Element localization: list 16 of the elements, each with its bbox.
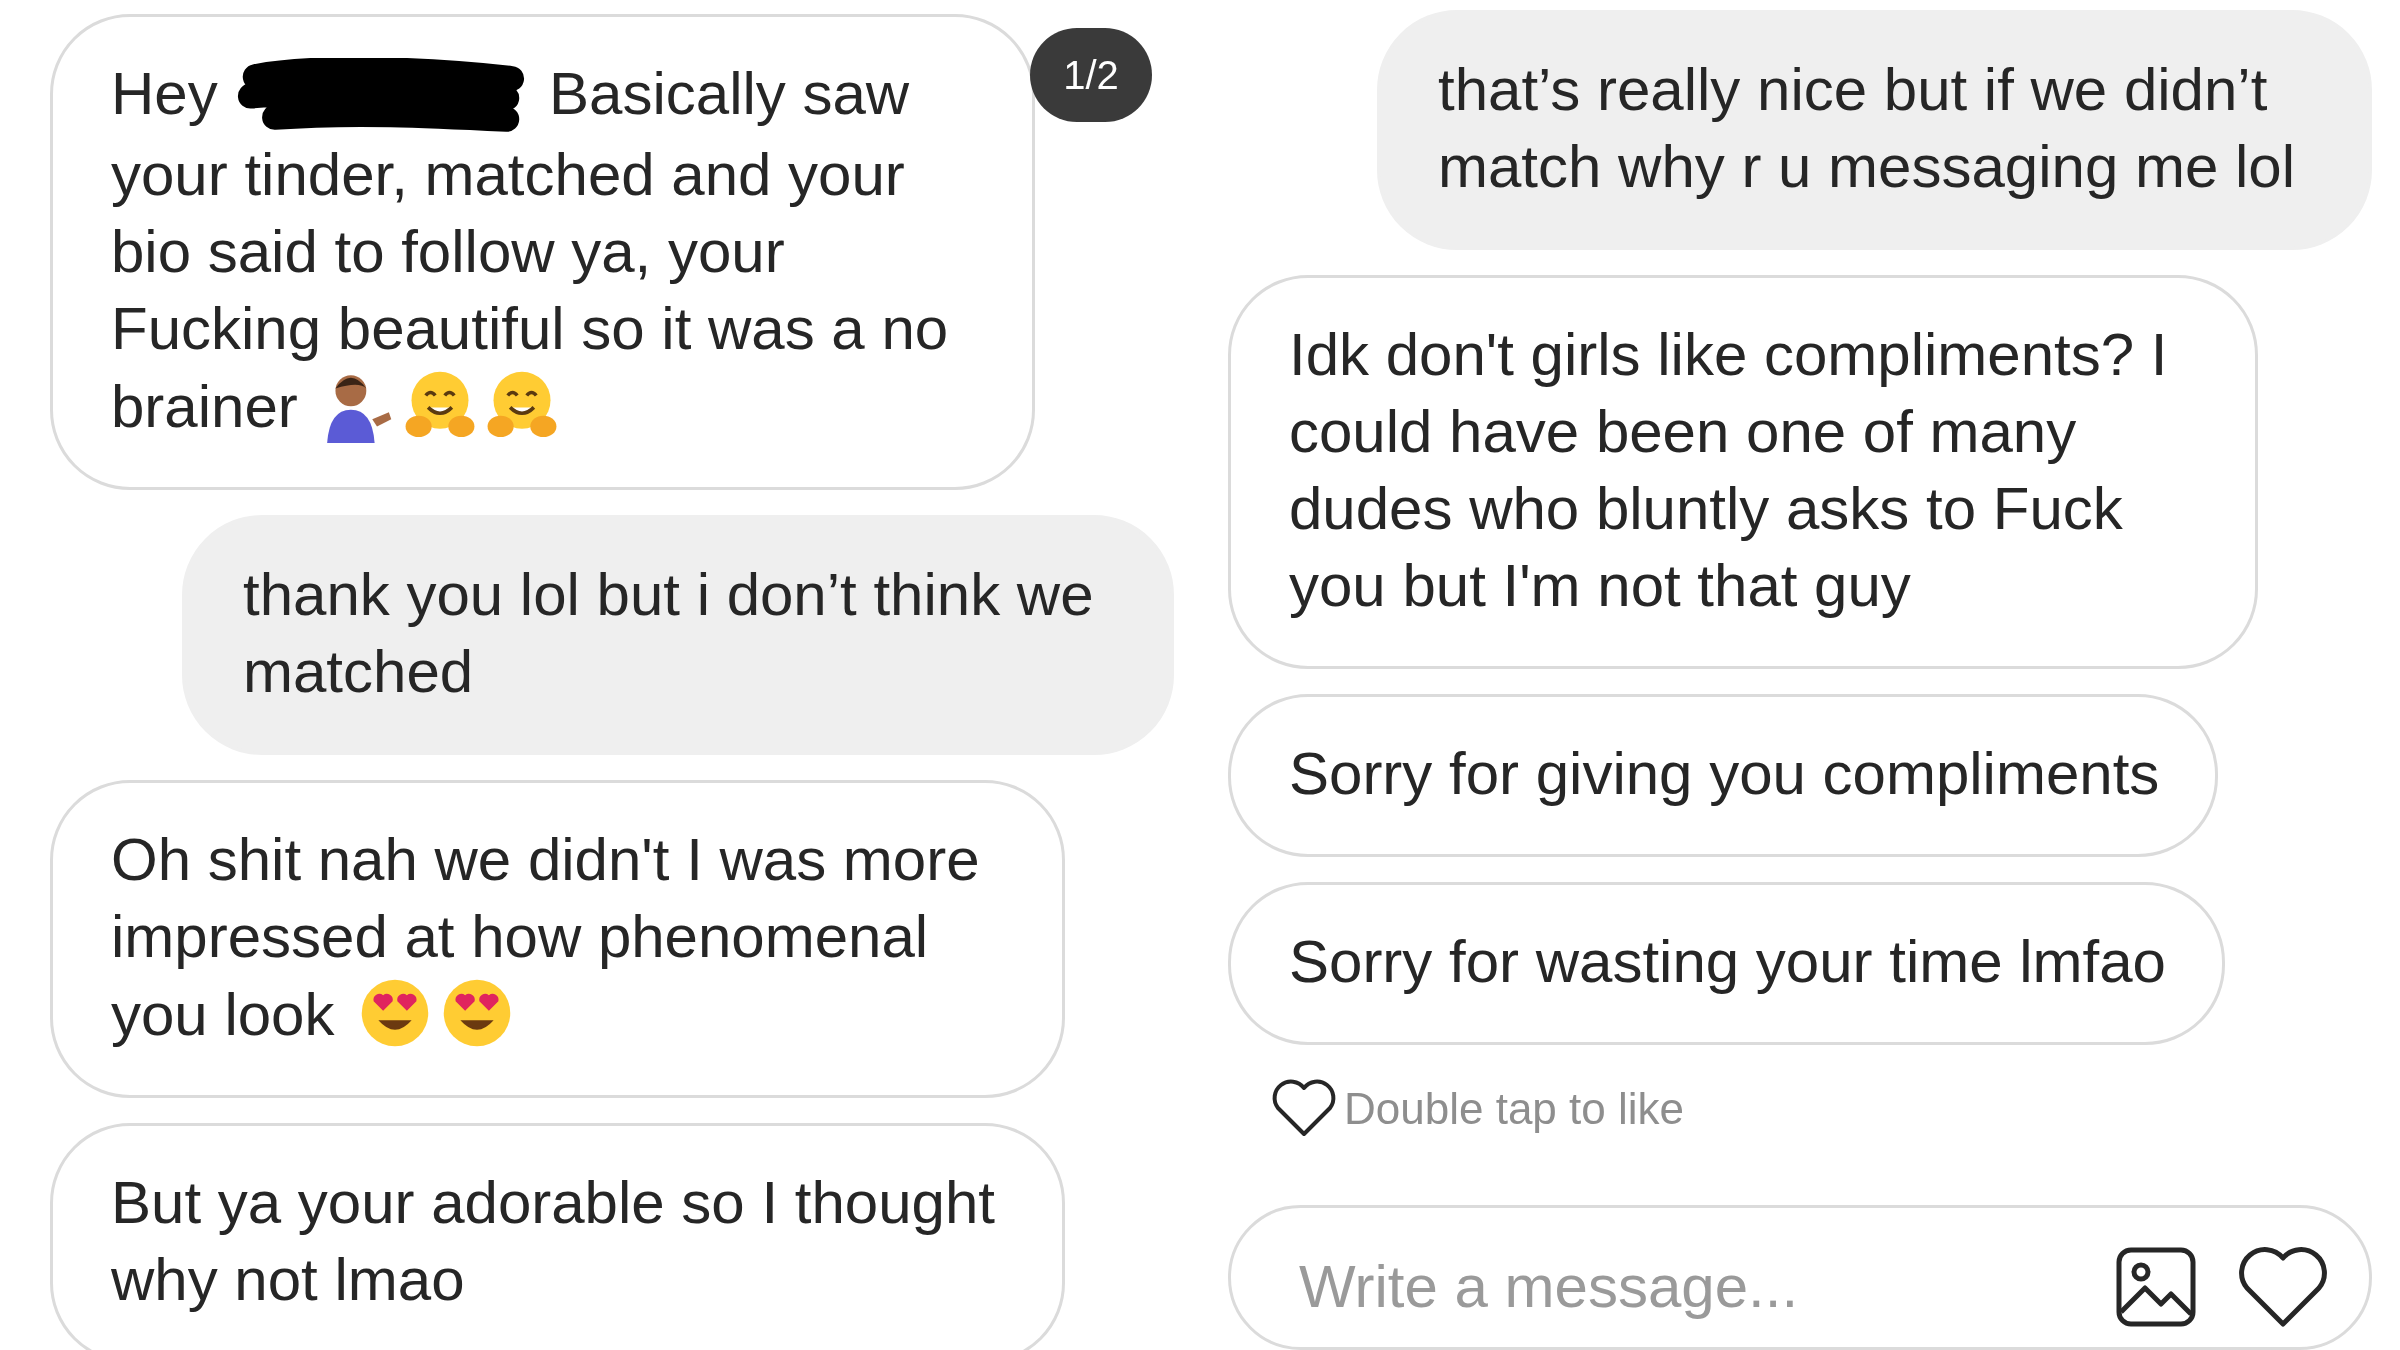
- message-text: Idk don't girls like compliments? I could have been one of many dudes who bluntly asks to Fuck you but I'm not that guy: [1289, 321, 2168, 619]
- message-text: Basically saw: [549, 60, 910, 127]
- heart-icon[interactable]: [2237, 1246, 2329, 1330]
- message-text: Sorry for giving you compliments: [1289, 740, 2160, 807]
- message-text: But ya your adorable so I thought why not lmao: [111, 1169, 995, 1313]
- message-input-field[interactable]: Write a message...: [1299, 1246, 2075, 1326]
- message-text: Sorry for wasting your time lmfao: [1289, 928, 2166, 995]
- message-composer[interactable]: Write a message...: [1228, 1205, 2372, 1350]
- message-text: Hey: [111, 60, 218, 127]
- image-icon[interactable]: [2115, 1246, 2197, 1328]
- like-hint-text: Double tap to like: [1344, 1084, 1684, 1134]
- page-counter-badge: 1/2: [1030, 28, 1152, 122]
- message-text: brainer: [111, 373, 298, 440]
- message-text: that’s really nice but if we didn’t match why r u messaging me lol: [1438, 56, 2295, 200]
- message-text: thank you lol but i don’t think we matched: [243, 561, 1094, 705]
- message-text: you look: [111, 981, 335, 1048]
